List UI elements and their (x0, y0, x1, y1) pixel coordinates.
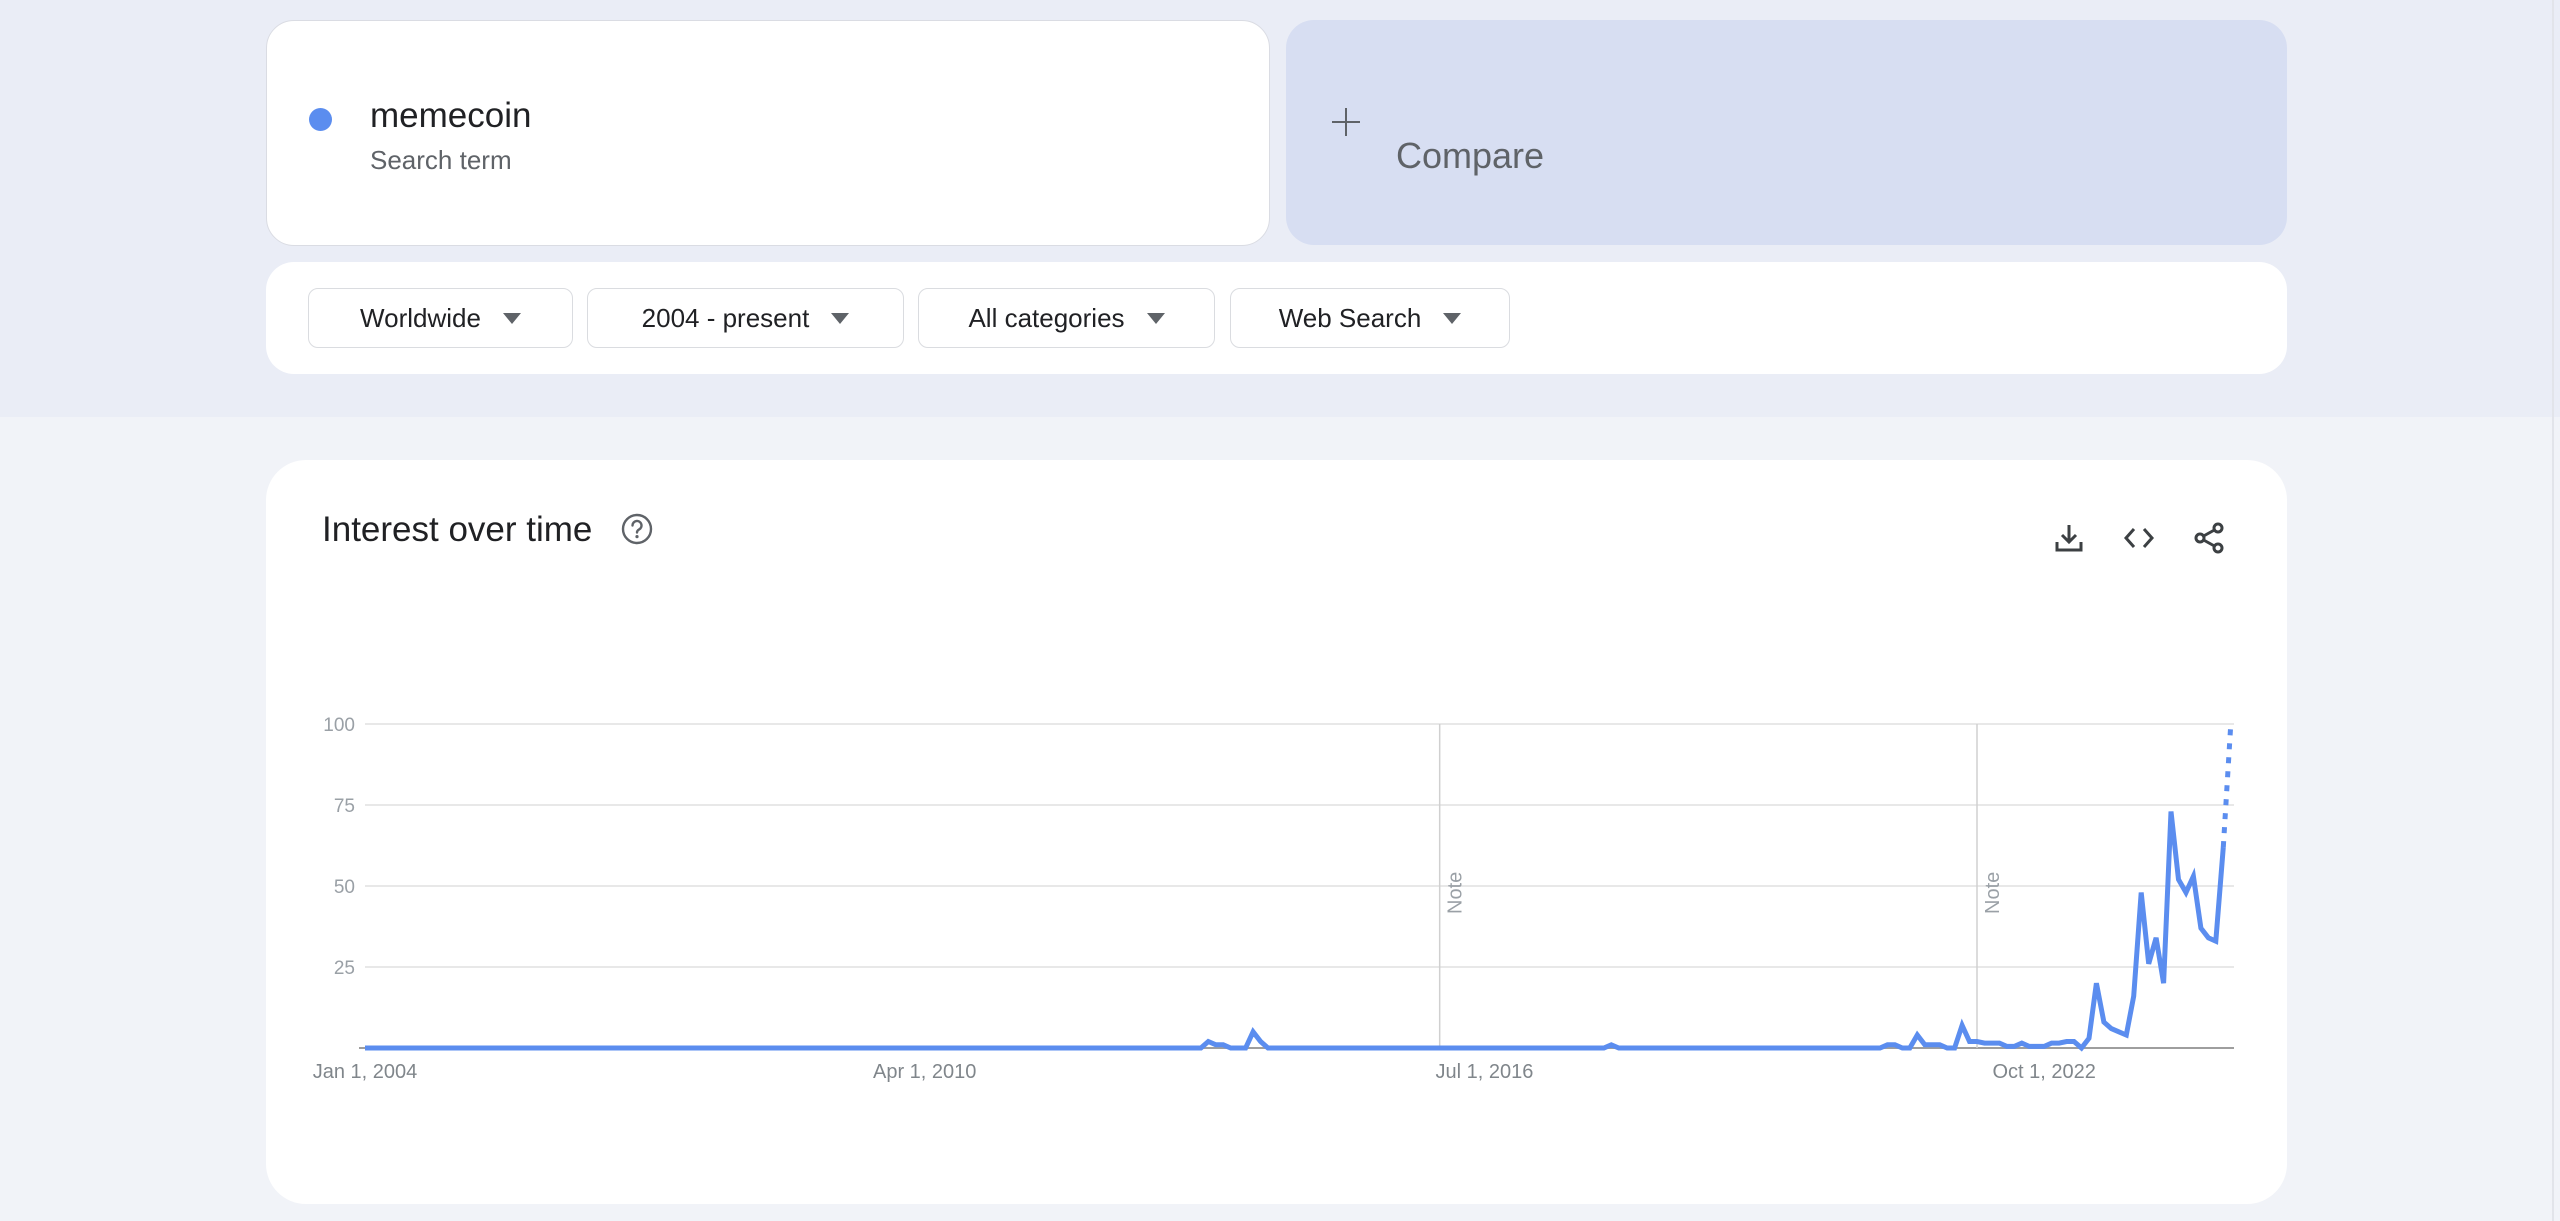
search-type-filter[interactable]: Web Search (1230, 288, 1510, 348)
interest-line-chart[interactable]: Note Note 25 50 75 100 Jan 1, 2004 Apr 1, 201… (266, 460, 2287, 1204)
time-range-filter-label: 2004 - present (641, 302, 810, 333)
caret-down-icon (1443, 312, 1462, 324)
y-tick-label: 50 (334, 877, 355, 898)
search-type-filter-label: Web Search (1278, 302, 1422, 333)
y-tick-label: 25 (334, 958, 355, 979)
series-line-partial (2220, 723, 2234, 848)
caret-down-icon (831, 312, 850, 324)
y-tick-label: 75 (334, 796, 355, 817)
note-label: Note (1982, 872, 2004, 914)
compare-button[interactable]: Compare (1286, 20, 2287, 245)
caret-down-icon (502, 312, 521, 324)
compare-label: Compare (1396, 135, 1545, 176)
scrollbar[interactable] (2552, 0, 2554, 1221)
caret-down-icon (1146, 312, 1165, 324)
x-tick-label: Jan 1, 2004 (313, 1061, 418, 1083)
region-filter[interactable]: Worldwide (308, 288, 573, 348)
series-line-memecoin (365, 811, 2226, 1052)
plus-icon (1332, 108, 1360, 136)
category-filter[interactable]: All categories (918, 288, 1215, 348)
time-range-filter[interactable]: 2004 - present (587, 288, 904, 348)
category-filter-label: All categories (968, 302, 1125, 333)
series-color-dot (309, 108, 332, 131)
filter-bar: Worldwide 2004 - present All categories … (266, 262, 2287, 374)
x-tick-label: Apr 1, 2010 (873, 1061, 976, 1083)
search-term-type: Search term (370, 145, 512, 175)
search-term-card[interactable]: memecoin Search term (266, 20, 1270, 246)
y-tick-label: 100 (323, 715, 355, 736)
interest-over-time-panel: Interest over time Note Note 25 50 75 100 Ja… (266, 460, 2287, 1204)
x-tick-label: Oct 1, 2022 (1992, 1061, 2095, 1083)
region-filter-label: Worldwide (360, 302, 481, 333)
note-label: Note (1445, 872, 1467, 914)
x-tick-label: Jul 1, 2016 (1436, 1061, 1534, 1083)
search-term-name[interactable]: memecoin (370, 96, 531, 136)
